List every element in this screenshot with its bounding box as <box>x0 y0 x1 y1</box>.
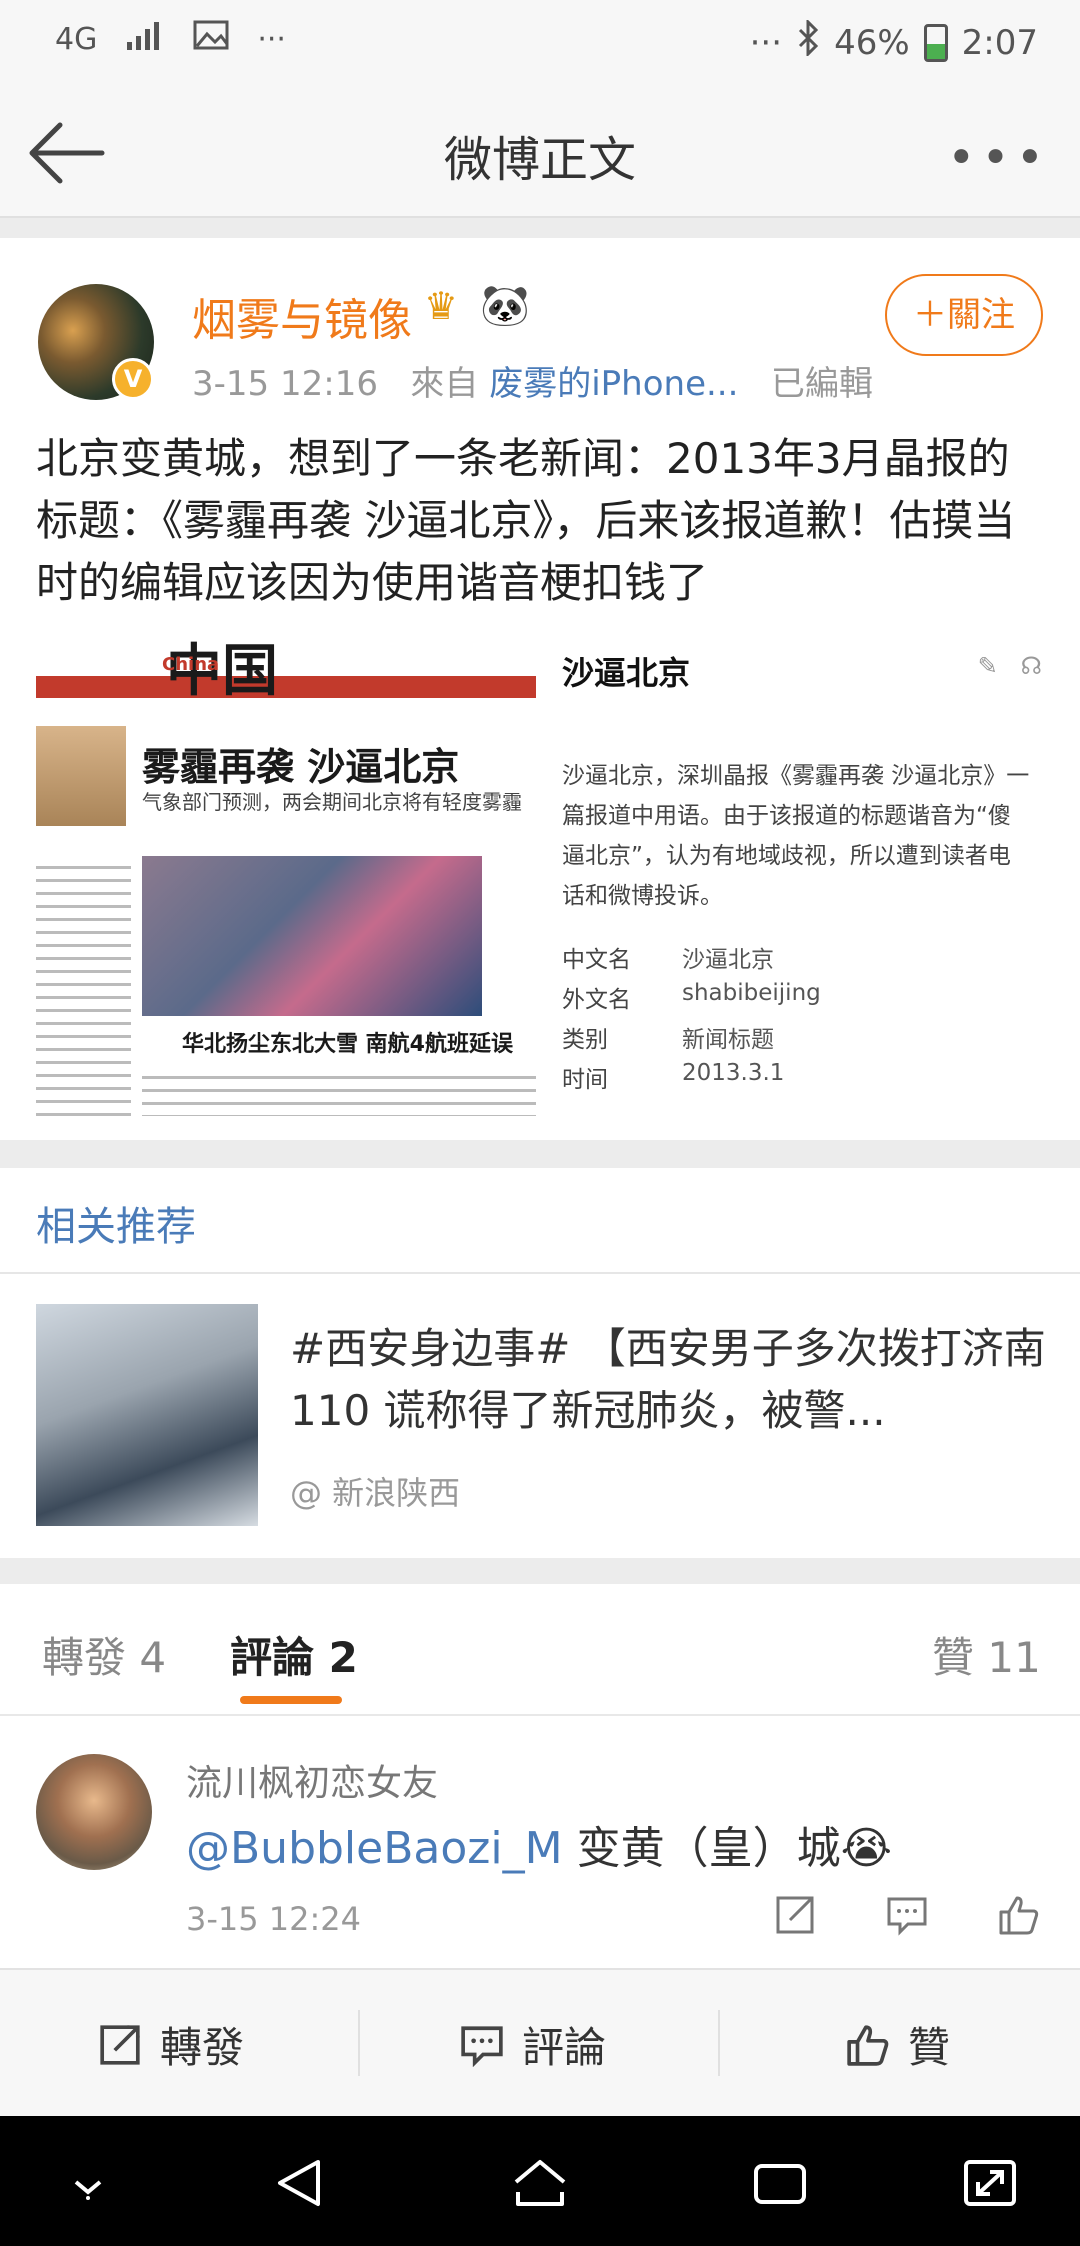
comment-body: 变黄（皇）城😭 <box>562 1823 892 1874</box>
newspaper-headline: 雾霾再袭 沙逼北京 <box>142 745 460 789</box>
edited-label: 已編輯 <box>770 364 873 404</box>
masked-people-photo <box>142 856 482 1016</box>
signal-icon <box>125 20 165 58</box>
baike-card-image[interactable]: 沙逼北京 ✎ ☊ 沙逼北京，深圳晶报《雾霾再袭 沙逼北京》一篇报道中用语。由于该… <box>562 626 1042 1116</box>
follow-button[interactable]: ＋關注 <box>885 274 1043 356</box>
comments-section: 轉發 4 評論 2 贊 11 流川枫初恋女友 @BubbleBaozi_M 变黄… <box>0 1584 1080 1968</box>
baike-row: 时间 2013.3.1 <box>562 1060 785 1093</box>
tab-repost[interactable]: 轉發 4 <box>42 1624 166 1685</box>
status-more-icon: ··· <box>257 21 286 57</box>
crown-icon: ♛ <box>424 284 459 328</box>
tab-like[interactable]: 贊 11 <box>932 1624 1041 1685</box>
nav-bar: 微博正文 ••• <box>0 90 1080 218</box>
repost-icon[interactable] <box>774 1894 816 1936</box>
repost-button[interactable]: 轉發 <box>98 2014 244 2075</box>
commenter-name[interactable]: 流川枫初恋女友 <box>186 1754 438 1806</box>
recommend-item-source[interactable]: @ 新浪陕西 <box>290 1468 460 1514</box>
repost-icon <box>100 2024 140 2065</box>
divider <box>358 2010 360 2076</box>
system-nav-bar <box>0 2116 1080 2246</box>
masthead-bar <box>36 676 536 698</box>
comment-actions <box>774 1894 1040 1936</box>
weibo-post: V 烟雾与镜像 ♛ 🐼 3-15 12:16 來自 废雾的iPhone... 已… <box>0 238 1080 1140</box>
more-menu-icon[interactable]: ••• <box>947 130 1050 186</box>
battery-percent: 46% <box>834 22 910 63</box>
active-tab-indicator <box>240 1696 342 1704</box>
back-triangle-icon[interactable] <box>270 2158 330 2208</box>
commenter-avatar[interactable] <box>36 1754 152 1870</box>
newspaper-column-text <box>36 856 131 1116</box>
baike-title: 沙逼北京 <box>562 654 691 692</box>
bluetooth-icon <box>796 18 820 65</box>
verified-badge-icon: V <box>112 358 154 400</box>
clock: 2:07 <box>961 22 1038 63</box>
edit-icon: ✎ <box>977 652 998 680</box>
tab-comment[interactable]: 評論 2 <box>230 1624 358 1685</box>
comment-icon <box>461 2025 503 2067</box>
battery-icon <box>923 23 948 62</box>
related-recommend: 相关推荐 #西安身边事# 【西安男子多次拨打济南110 谎称得了新冠肺炎，被警.… <box>0 1168 1080 1558</box>
comment-time: 3-15 12:24 <box>186 1900 362 1938</box>
comment-text: @BubbleBaozi_M 变黄（皇）城😭 <box>186 1812 892 1876</box>
like-icon[interactable] <box>998 1894 1040 1936</box>
panda-icon: 🐼 <box>480 283 530 329</box>
page-title: 微博正文 <box>443 132 636 188</box>
divider <box>0 1272 1080 1274</box>
recommend-item-text[interactable]: #西安身边事# 【西安男子多次拨打济南110 谎称得了新冠肺炎，被警... <box>290 1318 1050 1442</box>
newspaper-image[interactable]: 中国 China 雾霾再袭 沙逼北京 气象部门预测，两会期间北京将有轻度雾霾 华… <box>36 626 536 1116</box>
like-label: 贊 <box>908 2023 951 2072</box>
post-source-link[interactable]: 废雾的iPhone... <box>489 364 738 404</box>
comment-button[interactable]: 評論 <box>460 2014 606 2075</box>
recommend-title: 相关推荐 <box>36 1204 196 1250</box>
newspaper-body-text <box>142 1066 536 1116</box>
headset-icon: ☊ <box>1020 652 1042 680</box>
recents-icon[interactable] <box>750 2158 810 2208</box>
divider <box>718 2010 720 2076</box>
baike-row: 外文名 shabibeijing <box>562 980 821 1013</box>
status-bar: 4G ··· ··· 46% 2:07 <box>0 0 1080 90</box>
author-name[interactable]: 烟雾与镜像 <box>192 284 412 348</box>
smog-photo <box>36 726 126 826</box>
recommend-thumbnail[interactable] <box>36 1304 258 1526</box>
masthead-en: China <box>162 654 220 675</box>
from-label: 來自 <box>410 364 479 404</box>
baike-description: 沙逼北京，深圳晶报《雾霾再袭 沙逼北京》一篇报道中用语。由于该报道的标题谐音为“… <box>562 763 1030 909</box>
newspaper-caption: 华北扬尘东北大雪 南航4航班延误 <box>182 1032 513 1057</box>
repost-label: 轉發 <box>160 2023 245 2072</box>
tab-bar: 轉發 4 評論 2 贊 11 <box>0 1584 1080 1716</box>
baike-row: 类别 新闻标题 <box>562 1027 774 1053</box>
baike-row: 中文名 沙逼北京 <box>562 947 774 973</box>
bottom-action-bar: 轉發 評論 贊 <box>0 1968 1080 2116</box>
comment-label: 評論 <box>522 2023 607 2072</box>
home-icon[interactable] <box>510 2158 570 2208</box>
newspaper-subhead: 气象部门预测，两会期间北京将有轻度雾霾 <box>142 790 522 814</box>
baike-info-table: 中文名 沙逼北京 外文名 shabibeijing 类别 新闻标题 时间 2013.3.… <box>562 940 821 1100</box>
comment-mention[interactable]: @BubbleBaozi_M <box>186 1823 563 1874</box>
status-more-icon-right: ··· <box>749 22 783 63</box>
image-icon <box>193 20 229 58</box>
chevron-down-icon[interactable] <box>58 2158 118 2208</box>
like-icon <box>847 2024 889 2066</box>
comment-icon[interactable] <box>886 1894 928 1936</box>
post-time: 3-15 12:16 <box>192 364 378 404</box>
post-meta: 3-15 12:16 來自 废雾的iPhone... 已編輯 <box>192 356 873 405</box>
like-button[interactable]: 贊 <box>846 2014 950 2075</box>
post-text: 北京变黄城，想到了一条老新闻：2013年3月晶报的标题：《雾霾再袭 沙逼北京》，… <box>36 434 1016 607</box>
expand-icon[interactable] <box>960 2158 1020 2208</box>
network-icon: 4G <box>55 21 98 57</box>
